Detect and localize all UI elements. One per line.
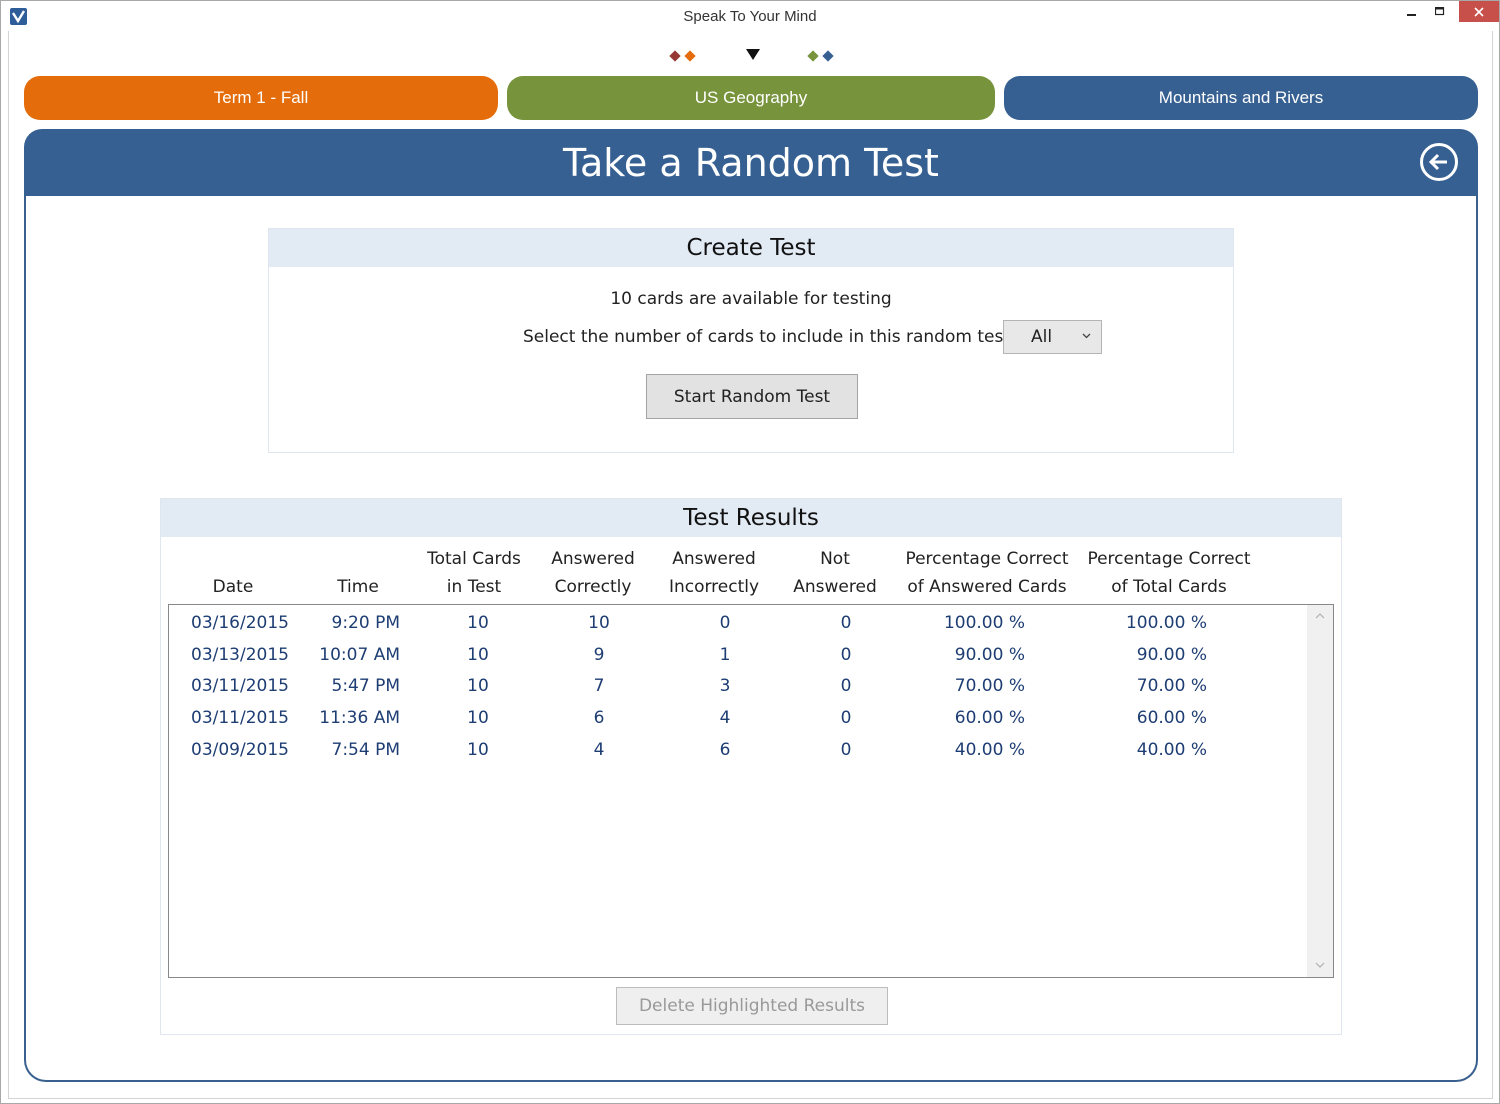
not-answered-cell: 0	[840, 739, 852, 760]
arrow-left-circle-icon	[1428, 153, 1447, 171]
total-cards-cell: 10	[467, 644, 489, 665]
time-cell: 5:47 PM	[331, 676, 401, 697]
card-count-value: All	[1031, 327, 1053, 347]
start-random-test-button[interactable]: Start Random Test	[646, 374, 858, 419]
level-diamond-icon	[822, 50, 834, 62]
chevron-down-icon	[1082, 329, 1091, 342]
results-scrollbar[interactable]	[1307, 605, 1333, 977]
time-cell: 11:36 AM	[319, 708, 400, 729]
column-header-line: Percentage Correct	[905, 549, 1069, 569]
pct-total-cell: 40.00 %	[1136, 739, 1207, 760]
create-test-panel: Create Test 10 cards are available for t…	[268, 228, 1234, 453]
not-answered-cell: 0	[840, 613, 852, 633]
pct-total-cell: 60.00 %	[1136, 708, 1207, 729]
back-button[interactable]	[1420, 143, 1458, 181]
total-cards-cell: 10	[467, 613, 489, 633]
total-cards-cell: 10	[467, 676, 489, 697]
not-answered-cell: 0	[840, 676, 852, 697]
scroll-down-icon[interactable]	[1307, 960, 1333, 971]
total-cards-cell: 10	[467, 708, 489, 729]
answered-incorrectly-cell: 1	[719, 644, 731, 665]
time-cell: 7:54 PM	[331, 739, 401, 760]
answered-correctly-cell: 9	[593, 644, 605, 665]
available-cards-text: 10 cards are available for testing	[610, 289, 892, 309]
app-window: Speak To Your Mind Term 1 - Fall US Geog…	[0, 0, 1500, 1104]
title-bar: Speak To Your Mind	[1, 1, 1499, 31]
table-row[interactable]: 03/11/2015 5:47 PM 10 7 3 0 70.00 % 70.00 %	[169, 670, 1305, 702]
window-title: Speak To Your Mind	[683, 8, 817, 25]
pct-answered-cell: 60.00 %	[954, 708, 1025, 729]
delete-highlighted-results-button[interactable]: Delete Highlighted Results	[616, 987, 888, 1025]
minimize-icon	[1407, 14, 1416, 16]
date-cell: 03/09/2015	[191, 739, 289, 760]
answered-incorrectly-cell: 3	[719, 676, 731, 697]
pct-total-cell: 70.00 %	[1136, 676, 1207, 697]
pct-answered-cell: 40.00 %	[954, 739, 1025, 760]
pct-total-cell: 100.00 %	[1125, 613, 1207, 633]
col-pct-answered-header: Percentage Correct of Answered Cards	[887, 545, 1087, 601]
test-results-title: Test Results	[161, 499, 1341, 537]
not-answered-cell: 0	[840, 644, 852, 665]
maximize-button[interactable]	[1427, 1, 1453, 23]
tab-term[interactable]: Term 1 - Fall	[24, 76, 498, 120]
answered-correctly-cell: 10	[588, 613, 610, 633]
maximize-icon	[1435, 7, 1445, 16]
tab-subject[interactable]: US Geography	[507, 76, 995, 120]
close-button[interactable]	[1459, 1, 1499, 22]
column-header-line: of Answered Cards	[907, 577, 1067, 597]
answered-incorrectly-cell: 0	[719, 613, 731, 633]
date-cell: 03/13/2015	[191, 644, 289, 665]
answered-incorrectly-cell: 6	[719, 739, 731, 760]
page-header: Take a Random Test	[24, 129, 1478, 196]
answered-correctly-cell: 6	[593, 708, 605, 729]
scroll-up-icon[interactable]	[1307, 611, 1333, 622]
level-diamond-icon	[684, 50, 696, 62]
answered-correctly-cell: 7	[593, 676, 605, 697]
date-cell: 03/16/2015	[191, 613, 289, 633]
minimize-button[interactable]	[1397, 1, 1427, 23]
table-row[interactable]: 03/11/2015 11:36 AM 10 6 4 0 60.00 % 60.00 %	[169, 702, 1305, 734]
table-row[interactable]: 03/16/2015 9:20 PM 10 10 0 0 100.00 % 100.00 %	[169, 607, 1305, 639]
table-row[interactable]: 03/09/2015 7:54 PM 10 4 6 0 40.00 % 40.00 %	[169, 734, 1305, 766]
level-diamond-icon	[807, 50, 819, 62]
answered-correctly-cell: 4	[593, 739, 605, 760]
pct-total-cell: 90.00 %	[1136, 644, 1207, 665]
card-count-label: Select the number of cards to include in…	[523, 327, 1010, 347]
table-row[interactable]: 03/13/2015 10:07 AM 10 9 1 0 90.00 % 90.00 %	[169, 639, 1305, 671]
close-icon	[1474, 6, 1484, 17]
not-answered-cell: 0	[840, 708, 852, 729]
pct-answered-cell: 90.00 %	[954, 644, 1025, 665]
card-count-select[interactable]: All	[1003, 320, 1102, 354]
time-cell: 10:07 AM	[319, 644, 400, 665]
current-level-triangle-icon	[746, 49, 760, 60]
create-test-title: Create Test	[269, 229, 1233, 267]
pct-answered-cell: 70.00 %	[954, 676, 1025, 697]
level-diamond-icon	[669, 50, 681, 62]
page-title: Take a Random Test	[563, 140, 939, 185]
date-cell: 03/11/2015	[191, 676, 289, 697]
column-header-line: Percentage Correct	[1087, 549, 1251, 569]
results-list[interactable]: 03/16/2015 9:20 PM 10 10 0 0 100.00 % 100.00 % 0…	[168, 604, 1334, 978]
total-cards-cell: 10	[467, 739, 489, 760]
answered-incorrectly-cell: 4	[719, 708, 731, 729]
col-pct-total-header: Percentage Correct of Total Cards	[1069, 545, 1269, 601]
pct-answered-cell: 100.00 %	[943, 613, 1025, 633]
column-header-line: of Total Cards	[1111, 577, 1227, 597]
time-cell: 9:20 PM	[331, 613, 401, 633]
date-cell: 03/11/2015	[191, 708, 289, 729]
navigation-indicators	[1, 47, 1500, 65]
test-results-panel: Test Results Date Time Total Cards in Test A…	[160, 498, 1342, 1035]
tab-deck[interactable]: Mountains and Rivers	[1004, 76, 1478, 120]
